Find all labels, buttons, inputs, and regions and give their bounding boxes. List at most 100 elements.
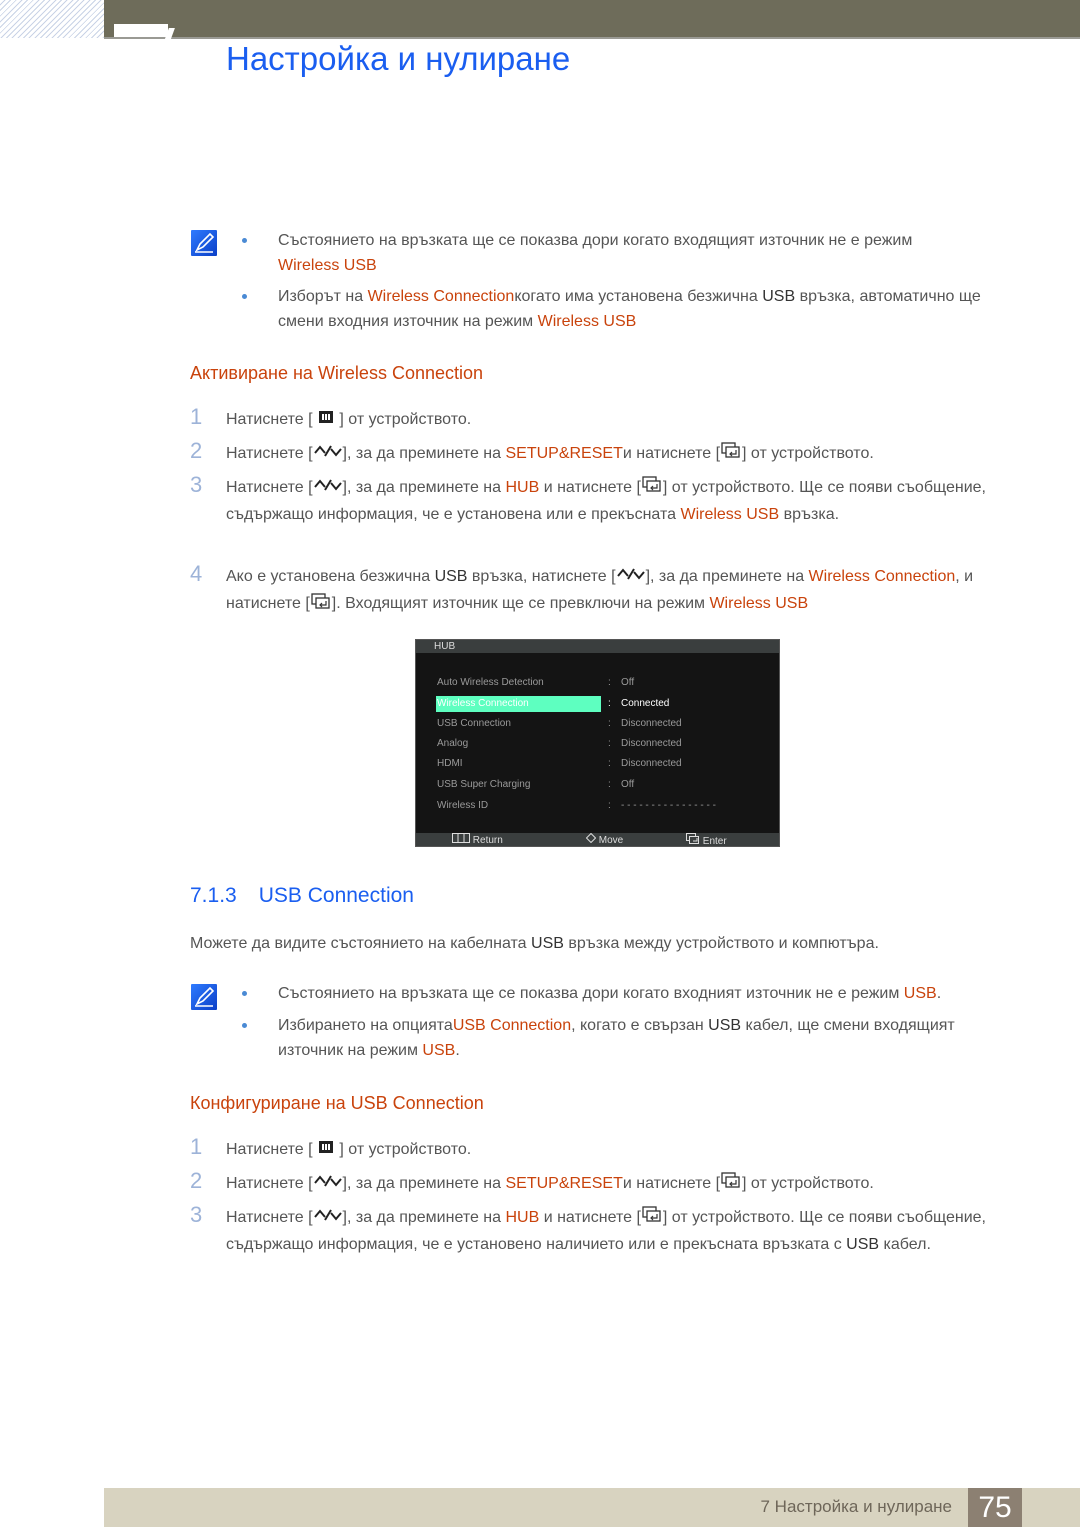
- up-down-key-icon: [313, 1170, 342, 1197]
- note-pencil-icon: [191, 230, 217, 256]
- step-item: 2 Натиснете [], за да преминете на SETUP…: [190, 438, 1006, 467]
- osd-return[interactable]: Return: [452, 833, 503, 847]
- step-number: 3: [190, 1202, 203, 1227]
- menu-key-icon: [318, 406, 334, 433]
- header-hatch-decoration: [0, 0, 104, 38]
- step-highlight: SETUP&RESET: [505, 1175, 623, 1192]
- step-number: 3: [190, 472, 203, 497]
- step-highlight: Wireless USB: [709, 595, 809, 613]
- osd-row[interactable]: USB Super Charging: Off: [436, 777, 776, 793]
- bullet-dot: [242, 294, 247, 299]
- step-highlight: HUB: [505, 1209, 540, 1226]
- note-pencil-icon: [191, 984, 217, 1010]
- step-text: връзка.: [779, 506, 840, 524]
- step-item: 3 Натиснете [], за да преминете на HUB и…: [190, 1202, 1006, 1258]
- osd-row[interactable]: Wireless ID: - - - - - - - - - - - - - - …: [436, 798, 776, 814]
- subsection-prefix: Конфигуриране на: [190, 1093, 351, 1113]
- step-text: ] от устройството.: [742, 445, 874, 462]
- osd-row[interactable]: Analog: Disconnected: [436, 736, 776, 752]
- note-highlight: Wireless USB: [537, 313, 637, 330]
- return-icon: [452, 833, 470, 843]
- subsection-heading: Конфигуриране на USB Connection: [190, 1093, 484, 1114]
- osd-move-label: Move: [598, 835, 624, 846]
- up-down-key-icon: [313, 1204, 342, 1231]
- step-highlight: Wireless Connection: [808, 568, 956, 585]
- note-item: Изборът на Wireless Connectionкогато има…: [242, 284, 1003, 334]
- chapter-header-bar: [104, 0, 1080, 39]
- step-text: ] от устройството.: [334, 1141, 472, 1158]
- osd-row-value: Disconnected: [621, 738, 682, 749]
- step-text: ], за да преминете на: [645, 568, 809, 585]
- enter-icon: [686, 833, 699, 844]
- note-text: , когато е свързан: [571, 1017, 709, 1034]
- step-text: Натиснете [: [226, 479, 313, 496]
- step-text: и натиснете [: [539, 479, 641, 496]
- step-text: и натиснете [: [622, 1175, 721, 1192]
- step-text: връзка, натиснете [: [467, 568, 616, 585]
- osd-row-label: HDMI: [437, 758, 463, 769]
- section-number: 7.1.3: [190, 884, 237, 907]
- osd-colon: :: [608, 718, 611, 729]
- step-text: и натиснете [: [622, 445, 721, 462]
- subsection-prefix: Активиране на: [190, 363, 318, 383]
- osd-move[interactable]: Move: [585, 832, 624, 847]
- up-down-key-icon: [313, 440, 342, 467]
- step-highlight: SETUP&RESET: [505, 445, 623, 462]
- footer-chapter-title: 7 Настройка и нулиране: [760, 1497, 953, 1516]
- osd-row-label: Wireless Connection: [436, 696, 601, 712]
- page-number: 75: [968, 1488, 1022, 1527]
- note-highlight: USB: [903, 985, 937, 1002]
- osd-row[interactable]: Auto Wireless Detection: Off: [436, 675, 776, 691]
- step-text: кабел.: [879, 1236, 931, 1254]
- step-item: 3 Натиснете [], за да преминете на HUB и…: [190, 472, 1006, 528]
- step-text: ], за да преминете на: [342, 445, 506, 462]
- enter-key-icon: [721, 1170, 741, 1197]
- step-item: 2 Натиснете [], за да преминете на SETUP…: [190, 1168, 1006, 1197]
- step-text: ], за да преминете на: [342, 479, 506, 496]
- step-text: USB: [846, 1236, 880, 1254]
- step-number: 1: [190, 1134, 203, 1159]
- subsection-name: Wireless Connection: [317, 363, 484, 383]
- hub-osd-menu: HUB Auto Wireless Detection: Off Wireless…: [415, 639, 780, 847]
- step-text: Натиснете [: [226, 1175, 313, 1192]
- move-icon: [585, 832, 597, 844]
- enter-key-icon: [311, 591, 331, 618]
- bullet-dot: [242, 1023, 247, 1028]
- section-title: USB Connection: [258, 884, 414, 907]
- step-highlight: Wireless USB: [680, 506, 780, 524]
- osd-colon: :: [608, 738, 611, 749]
- enter-key-icon: [642, 1204, 662, 1231]
- chapter-number-mark: [114, 24, 168, 37]
- osd-row[interactable]: HDMI: Disconnected: [436, 756, 776, 772]
- note-text: USB: [708, 1017, 742, 1034]
- page-footer: 7 Настройка и нулиране: [104, 1488, 1080, 1527]
- step-number: 1: [190, 404, 203, 429]
- bullet-dot: [242, 238, 247, 243]
- osd-colon: :: [608, 758, 611, 769]
- step-text: ]. Входящият източник ще се превключи на…: [331, 595, 710, 613]
- up-down-key-icon: [313, 474, 342, 501]
- osd-return-label: Return: [472, 835, 503, 846]
- note-text: Състоянието на връзката ще се показва до…: [278, 232, 913, 249]
- step-item: 4 Ако е установена безжична USB връзка, …: [190, 561, 1006, 618]
- note-item: Състоянието на връзката ще се показва до…: [242, 228, 998, 278]
- note-highlight: USB Connection: [452, 1017, 572, 1034]
- step-text: Ако е установена безжична: [226, 568, 435, 585]
- osd-row-selected[interactable]: Wireless Connection: Connected: [436, 696, 776, 712]
- osd-colon: :: [608, 779, 611, 790]
- note-text: Състоянието на връзката ще се показва до…: [278, 985, 904, 1002]
- step-item: 1 Натиснете [ ] от устройството.: [190, 404, 1006, 433]
- osd-colon: :: [608, 698, 611, 709]
- osd-row-value: Off: [621, 677, 635, 688]
- step-text: Натиснете [: [226, 1209, 313, 1226]
- step-text: Натиснете [: [226, 1141, 317, 1158]
- section-heading: 7.1.3 USB Connection: [190, 884, 414, 908]
- note-text: Избирането на опцията: [278, 1017, 453, 1034]
- page-title: Настройка и нулиране: [226, 40, 571, 77]
- subsection-heading: Активиране на Wireless Connection: [190, 363, 483, 384]
- osd-row-value: - - - - - - - - - - - - - - - -: [621, 800, 716, 811]
- subsection-name: USB Connection: [350, 1093, 484, 1113]
- osd-row-label: USB Super Charging: [437, 779, 531, 790]
- osd-row[interactable]: USB Connection: Disconnected: [436, 716, 776, 732]
- osd-enter[interactable]: Enter: [686, 833, 727, 848]
